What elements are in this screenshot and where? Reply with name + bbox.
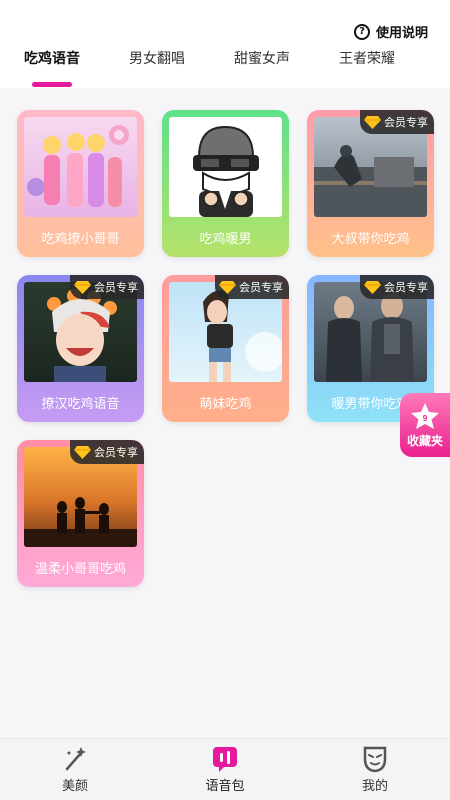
vip-label: 会员专享 — [94, 446, 138, 459]
diamond-icon — [74, 280, 91, 294]
diamond-icon — [74, 445, 91, 459]
help-button[interactable]: ? 使用说明 — [353, 22, 428, 41]
tab-cover-songs[interactable]: 男女翻唱 — [129, 48, 185, 68]
voice-pack-card[interactable]: 会员专享 大叔带你吃鸡 — [307, 110, 434, 257]
nav-mine[interactable]: 我的 — [335, 745, 415, 794]
magic-wand-icon — [65, 747, 86, 771]
nav-label: 语音包 — [205, 779, 245, 794]
card-title: 温柔小哥哥吃鸡 — [34, 561, 126, 577]
card-image-anime-girls — [24, 117, 137, 217]
help-label: 使用说明 — [375, 26, 428, 41]
vip-label: 会员专享 — [384, 116, 428, 129]
vip-label: 会员专享 — [384, 281, 428, 294]
vip-badge: 会员专享 — [360, 275, 434, 299]
diamond-icon — [219, 280, 236, 294]
vip-badge: 会员专享 — [215, 275, 289, 299]
tab-sweet-female[interactable]: 甜蜜女声 — [234, 48, 290, 68]
vip-badge: 会员专享 — [70, 275, 144, 299]
favorites-button[interactable]: 9 收藏夹 — [400, 393, 450, 457]
voice-pack-icon — [213, 747, 237, 772]
vip-badge: 会员专享 — [70, 440, 144, 464]
tab-honor-of-kings[interactable]: 王者荣耀 — [339, 48, 395, 68]
voice-pack-card[interactable]: 会员专享 撩汉吃鸡语音 — [17, 275, 144, 422]
card-title: 吃鸡撩小哥哥 — [41, 231, 120, 247]
card-image-helmet-character — [169, 117, 282, 217]
nav-label: 美颜 — [61, 779, 88, 794]
nav-voice-pack[interactable]: 语音包 — [185, 745, 265, 794]
nav-beauty[interactable]: 美颜 — [35, 745, 115, 794]
active-tab-indicator — [32, 82, 72, 87]
vip-label: 会员专享 — [239, 281, 283, 294]
voice-pack-card[interactable]: 会员专享 萌妹吃鸡 — [162, 275, 289, 422]
voice-pack-card[interactable]: 吃鸡暖男 — [162, 110, 289, 257]
star-icon: 9 — [411, 402, 439, 429]
favorites-count: 9 — [423, 414, 428, 423]
card-title: 吃鸡暖男 — [199, 231, 252, 247]
vip-label: 会员专享 — [94, 281, 138, 294]
mask-icon — [363, 746, 387, 773]
tab-chicken-voice[interactable]: 吃鸡语音 — [24, 48, 80, 68]
voice-pack-card[interactable]: 吃鸡撩小哥哥 — [17, 110, 144, 257]
nav-label: 我的 — [361, 779, 388, 794]
top-bar: ? 使用说明 吃鸡语音 男女翻唱 甜蜜女声 王者荣耀 — [0, 0, 450, 88]
diamond-icon — [364, 115, 381, 129]
favorites-label: 收藏夹 — [406, 433, 443, 448]
vip-badge: 会员专享 — [360, 110, 434, 134]
card-title: 萌妹吃鸡 — [199, 396, 252, 412]
diamond-icon — [364, 280, 381, 294]
question-icon: ? — [353, 23, 370, 40]
card-title: 撩汉吃鸡语音 — [41, 396, 120, 412]
bottom-nav: 美颜 语音包 我的 — [0, 738, 450, 800]
card-title: 大叔带你吃鸡 — [331, 231, 410, 247]
voice-pack-card[interactable]: 会员专享 温柔小哥哥吃鸡 — [17, 440, 144, 587]
